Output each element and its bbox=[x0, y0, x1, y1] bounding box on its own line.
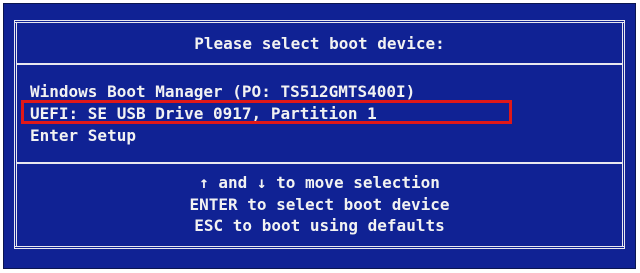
frame-top-border bbox=[14, 20, 625, 21]
frame-bottom-inner-border bbox=[14, 246, 625, 247]
help-divider bbox=[16, 162, 623, 164]
boot-menu-screen: Please select boot device: Windows Boot … bbox=[0, 0, 640, 273]
title-divider bbox=[16, 63, 623, 65]
frame-bottom-border bbox=[14, 248, 625, 249]
help-esc-defaults: ESC to boot using defaults bbox=[194, 216, 445, 235]
dialog-title: Please select boot device: bbox=[194, 34, 445, 53]
boot-item-enter-setup[interactable]: Enter Setup bbox=[30, 127, 136, 145]
help-move-selection: ↑ and ↓ to move selection bbox=[199, 173, 440, 192]
selection-highlight-box bbox=[21, 100, 512, 124]
boot-item-windows-boot-manager[interactable]: Windows Boot Manager (PO: TS512GMTS400I) bbox=[30, 83, 415, 101]
help-enter-select: ENTER to select boot device bbox=[189, 195, 450, 214]
boot-menu-panel: Please select boot device: Windows Boot … bbox=[3, 3, 636, 269]
frame-top-inner-border bbox=[14, 22, 625, 23]
